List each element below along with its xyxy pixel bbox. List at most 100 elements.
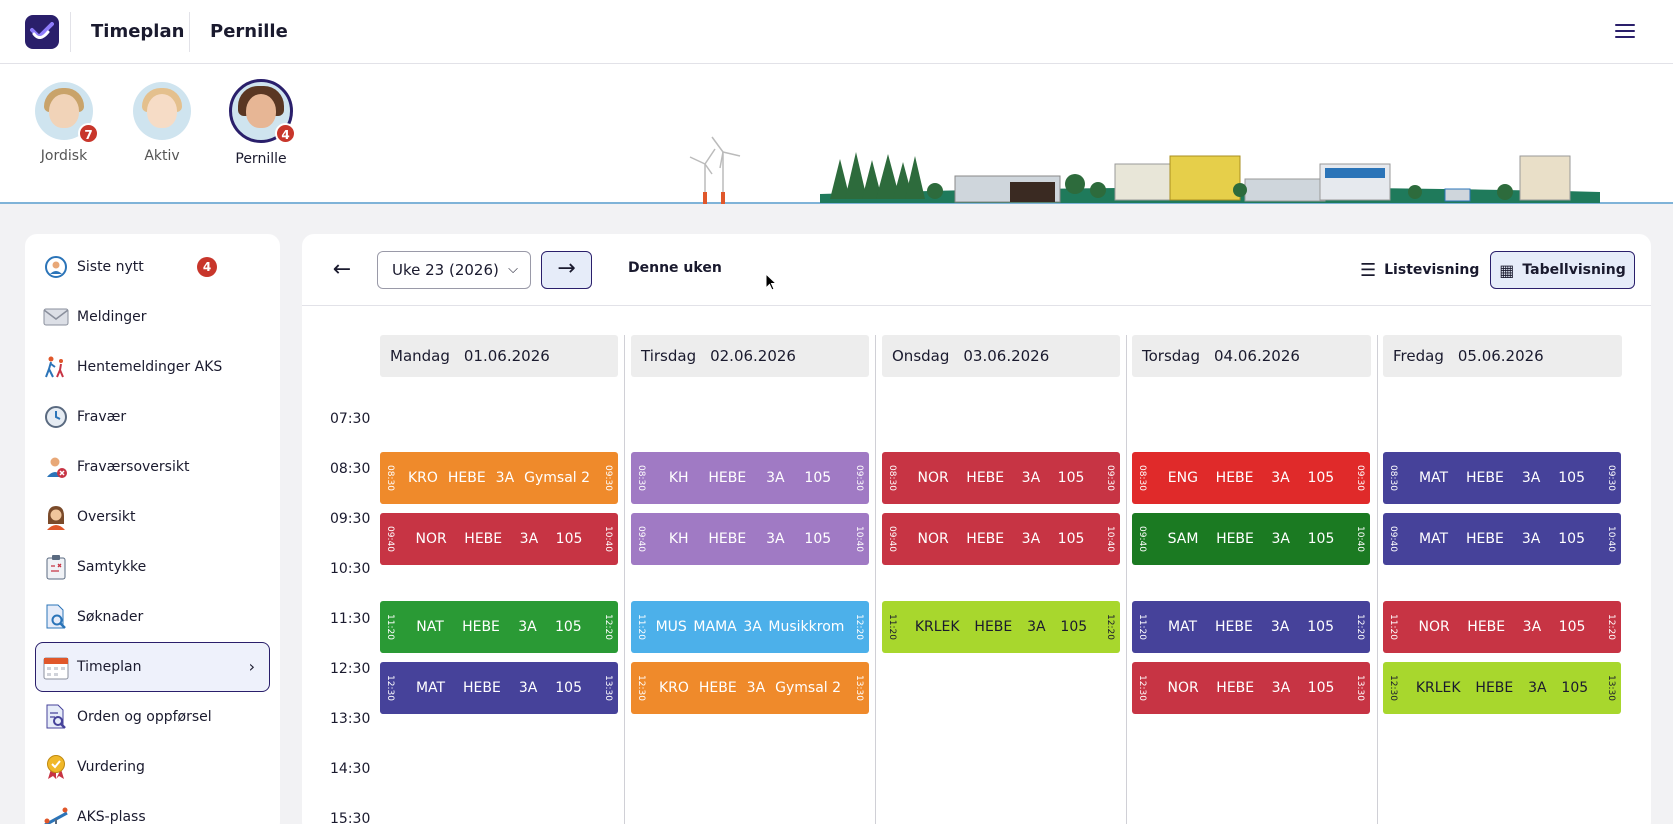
- table-view-button[interactable]: ▦ Tabellvisning: [1490, 251, 1635, 289]
- sidebar-item-fravaersoversikt[interactable]: Fraværsoversikt: [25, 442, 280, 492]
- lesson-subject: MAT: [415, 680, 446, 696]
- child-tab-aktiv[interactable]: Aktiv: [122, 82, 202, 164]
- lesson-fields: NOR HEBE 3A 105: [900, 513, 1102, 565]
- sidebar-item-hentemeldinger-aks[interactable]: Hentemeldinger AKS: [25, 342, 280, 392]
- walking-people-icon: [43, 354, 69, 380]
- lesson-block[interactable]: 09:40 MAT HEBE 3A 105 10:40: [1383, 513, 1621, 565]
- hamburger-menu-icon[interactable]: [1615, 24, 1635, 40]
- previous-week-button[interactable]: ←: [324, 252, 360, 288]
- lesson-fields: KRLEK HEBE 3A 105: [900, 601, 1102, 653]
- lesson-room: 105: [1307, 531, 1335, 547]
- lesson-subject: NOR: [1167, 680, 1199, 696]
- sidebar-item-fravaer[interactable]: Fravær: [25, 392, 280, 442]
- calendar-icon: [43, 654, 69, 680]
- list-icon: ☰: [1360, 259, 1377, 281]
- start-time-text: 09:40: [636, 526, 646, 552]
- start-time-text: 12:30: [385, 675, 395, 701]
- sidebar-item-label: Meldinger: [77, 309, 147, 325]
- start-time-text: 09:40: [385, 526, 395, 552]
- lesson-room: 105: [555, 531, 583, 547]
- lesson-end-time: 12:20: [1603, 601, 1619, 653]
- lesson-fields: NAT HEBE 3A 105: [398, 601, 600, 653]
- checkmark-logo-icon: [30, 22, 54, 39]
- end-time-text: 10:40: [1355, 526, 1365, 552]
- lesson-end-time: 10:40: [1102, 513, 1118, 565]
- lesson-group: 3A: [1521, 531, 1541, 547]
- sidebar-item-soknader[interactable]: Søknader: [25, 592, 280, 642]
- day-name: Onsdag: [892, 347, 950, 365]
- lesson-block[interactable]: 12:30 MAT HEBE 3A 105 13:30: [380, 662, 618, 714]
- next-week-button[interactable]: →: [541, 251, 592, 289]
- lesson-block[interactable]: 11:20 MUS MAMA 3A Musikkrom 12:20: [631, 601, 869, 653]
- sidebar-item-aks-plass[interactable]: AKS-plass: [25, 792, 280, 824]
- lesson-group: 3A: [1271, 470, 1290, 486]
- lesson-block[interactable]: 08:30 KRO HEBE 3A Gymsal 2 09:30: [380, 452, 618, 504]
- column-divider: [1377, 335, 1378, 824]
- lesson-group: 3A: [495, 470, 515, 486]
- start-time-text: 12:30: [1388, 675, 1398, 701]
- lesson-fields: NOR HEBE 3A 105: [900, 452, 1102, 504]
- lesson-block[interactable]: 08:30 ENG HEBE 3A 105 09:30: [1132, 452, 1370, 504]
- lesson-block[interactable]: 08:30 NOR HEBE 3A 105 09:30: [882, 452, 1120, 504]
- lesson-block[interactable]: 08:30 MAT HEBE 3A 105 09:30: [1383, 452, 1621, 504]
- lesson-start-time: 12:30: [633, 662, 649, 714]
- lesson-end-time: 12:20: [1102, 601, 1118, 653]
- lesson-block[interactable]: 11:20 MAT HEBE 3A 105 12:20: [1132, 601, 1370, 653]
- lesson-subject: MUS: [655, 619, 687, 635]
- lesson-subject: KRLEK: [1415, 680, 1461, 696]
- refresh-person-icon: [43, 254, 69, 280]
- start-time-text: 08:30: [385, 465, 395, 491]
- sidebar-item-oversikt[interactable]: Oversikt: [25, 492, 280, 542]
- lesson-teacher: HEBE: [1475, 680, 1514, 696]
- lesson-subject: NOR: [415, 531, 447, 547]
- lesson-fields: KH HEBE 3A 105: [649, 513, 851, 565]
- start-time-text: 11:20: [1137, 614, 1147, 640]
- lesson-block[interactable]: 09:40 SAM HEBE 3A 105 10:40: [1132, 513, 1370, 565]
- sidebar-item-label: Timeplan: [77, 659, 142, 675]
- lesson-block[interactable]: 08:30 KH HEBE 3A 105 09:30: [631, 452, 869, 504]
- lesson-block[interactable]: 12:30 KRO HEBE 3A Gymsal 2 13:30: [631, 662, 869, 714]
- lesson-subject: NAT: [416, 619, 444, 635]
- lesson-block[interactable]: 12:30 NOR HEBE 3A 105 13:30: [1132, 662, 1370, 714]
- lesson-block[interactable]: 09:40 NOR HEBE 3A 105 10:40: [380, 513, 618, 565]
- this-week-button[interactable]: Denne uken: [628, 260, 722, 276]
- child-tab-pernille[interactable]: 4 Pernille: [221, 79, 301, 167]
- column-divider: [1126, 335, 1127, 824]
- lesson-block[interactable]: 11:20 KRLEK HEBE 3A 105 12:20: [882, 601, 1120, 653]
- lesson-subject: NOR: [917, 470, 949, 486]
- lesson-start-time: 11:20: [1134, 601, 1150, 653]
- list-view-button[interactable]: ☰ Listevisning: [1360, 251, 1479, 289]
- timetable-panel: ← Uke 23 (2026) ⌵ → Denne uken ☰ Listevi…: [302, 234, 1651, 824]
- app-logo[interactable]: [25, 15, 59, 49]
- lesson-block[interactable]: 11:20 NOR HEBE 3A 105 12:20: [1383, 601, 1621, 653]
- sidebar-item-timeplan[interactable]: Timeplan ›: [35, 642, 270, 692]
- app-title: Timeplan: [91, 21, 185, 42]
- sidebar-item-orden-og-oppforsel[interactable]: Orden og oppførsel: [25, 692, 280, 742]
- lesson-teacher: HEBE: [966, 531, 1005, 547]
- lesson-teacher: HEBE: [464, 531, 503, 547]
- lesson-block[interactable]: 09:40 NOR HEBE 3A 105 10:40: [882, 513, 1120, 565]
- day-header-wednesday: Onsdag 03.06.2026: [882, 335, 1120, 377]
- lesson-block[interactable]: 12:30 KRLEK HEBE 3A 105 13:30: [1383, 662, 1621, 714]
- lesson-subject: KRO: [407, 470, 438, 486]
- sidebar-item-vurdering[interactable]: Vurdering: [25, 742, 280, 792]
- lesson-start-time: 12:30: [1385, 662, 1401, 714]
- lesson-start-time: 09:40: [382, 513, 398, 565]
- lesson-room: 105: [1057, 470, 1085, 486]
- lesson-room: 105: [554, 619, 582, 635]
- lesson-group: 3A: [766, 531, 785, 547]
- sidebar-item-meldinger[interactable]: Meldinger: [25, 292, 280, 342]
- lesson-end-time: 10:40: [1352, 513, 1368, 565]
- lesson-block[interactable]: 11:20 NAT HEBE 3A 105 12:20: [380, 601, 618, 653]
- lesson-group: 3A: [1270, 619, 1290, 635]
- lesson-block[interactable]: 09:40 KH HEBE 3A 105 10:40: [631, 513, 869, 565]
- week-select[interactable]: Uke 23 (2026) ⌵: [377, 251, 531, 289]
- sidebar-item-siste-nytt[interactable]: Siste nytt 4: [25, 242, 280, 292]
- envelope-icon: [43, 304, 69, 330]
- lesson-teacher: HEBE: [1466, 531, 1504, 547]
- child-tab-jordisk[interactable]: 7 Jordisk: [24, 82, 104, 164]
- time-label: 15:30: [330, 811, 371, 824]
- lesson-subject: MAT: [1167, 619, 1198, 635]
- sidebar-item-samtykke[interactable]: Samtykke: [25, 542, 280, 592]
- end-time-text: 10:40: [854, 526, 864, 552]
